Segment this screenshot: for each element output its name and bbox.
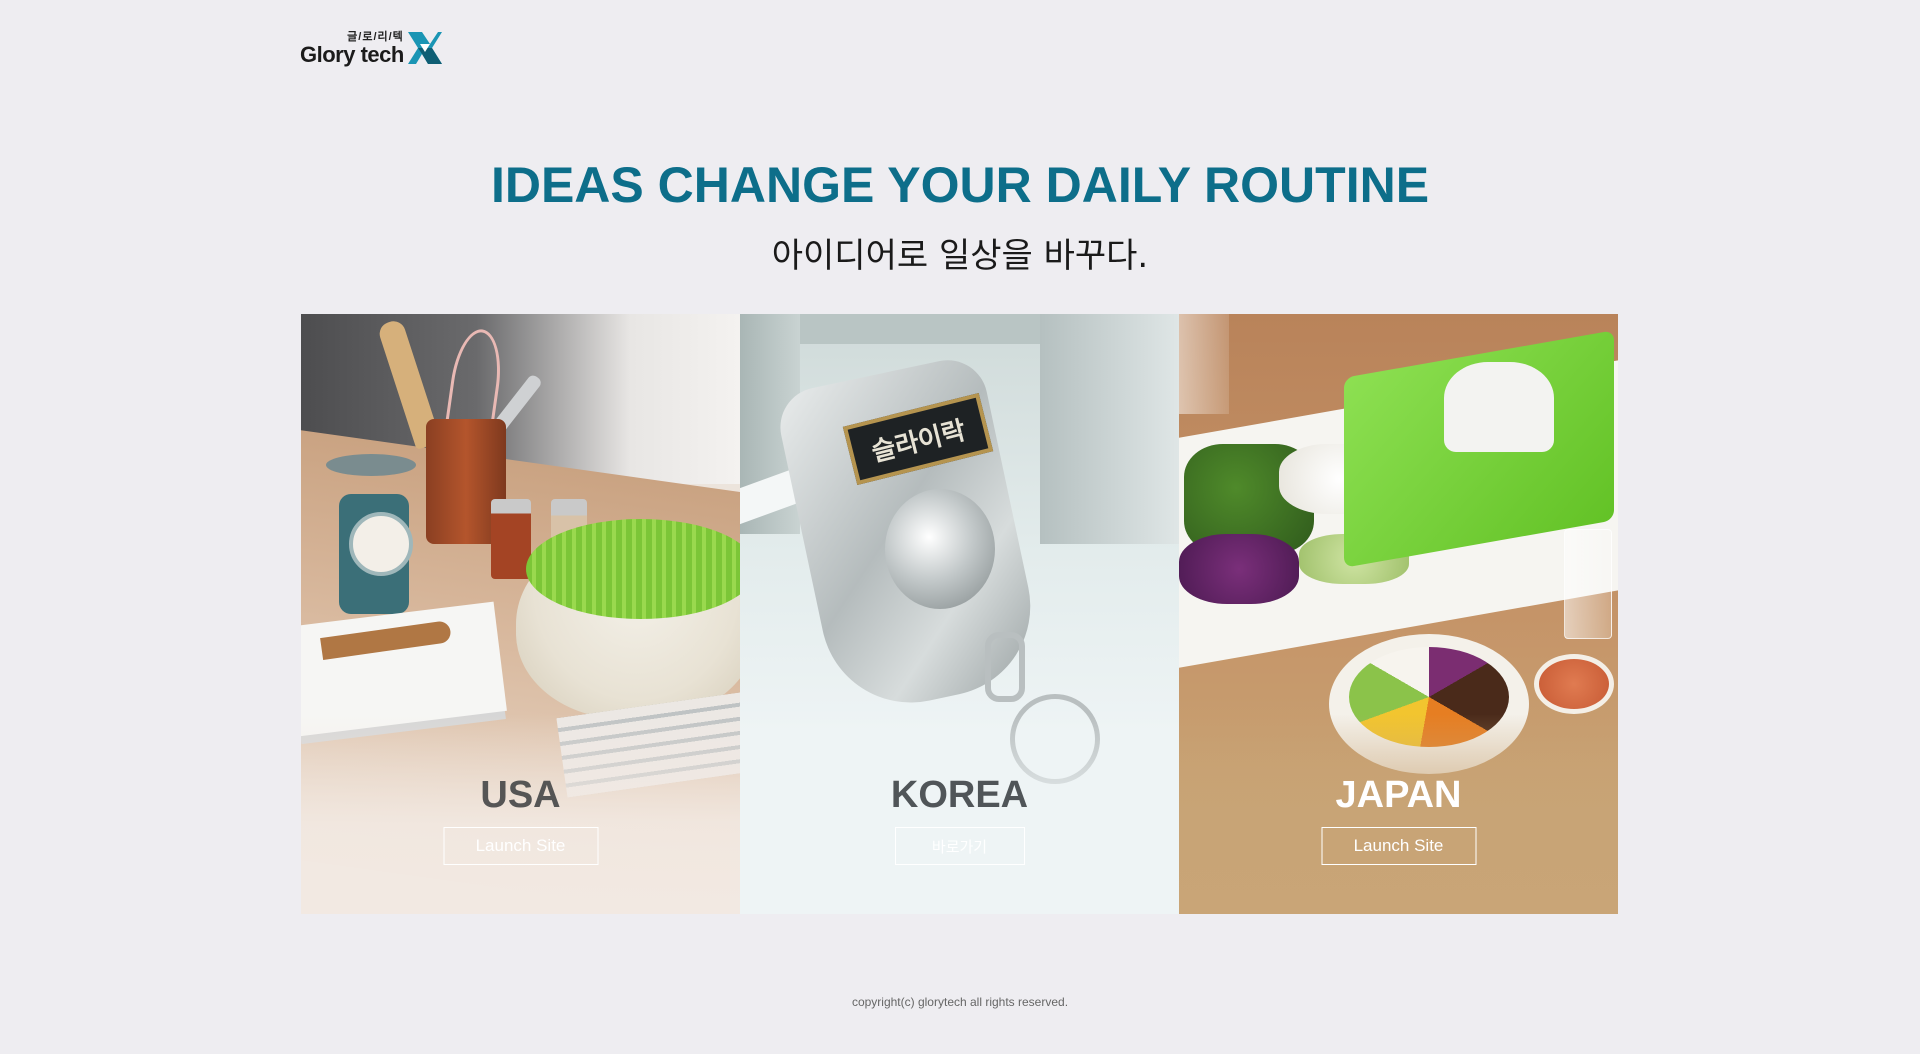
landing-page: 글/로/리/텍 Glory tech IDEAS CHANGE YOUR DAI… (0, 0, 1920, 1054)
glass-image (1564, 529, 1612, 639)
lock-clip-image (985, 632, 1025, 702)
slicer-handle-image (1444, 362, 1554, 452)
card-korea[interactable]: 슬라이락 KOREA 바로가기 (740, 314, 1179, 914)
hero-title: IDEAS CHANGE YOUR DAILY ROUTINE (490, 157, 1430, 213)
logo-wordmark: Glory tech (300, 42, 404, 67)
logo-korean-text: 글/로/리/텍 (347, 31, 404, 43)
vegetables-image (1179, 534, 1299, 604)
region-cards: USA Launch Site 슬라이락 KOREA 바로가기 JAPAN La… (301, 314, 1618, 914)
logo-x-icon (407, 32, 442, 64)
glass-image (1179, 314, 1229, 414)
card-usa[interactable]: USA Launch Site (301, 314, 740, 914)
card-label-korea: KOREA (890, 774, 1029, 816)
window-frame-image (1040, 314, 1179, 544)
usa-launch-site-button[interactable]: Launch Site (443, 827, 598, 865)
spice-jar-image (491, 499, 531, 579)
japan-launch-site-button[interactable]: Launch Site (1321, 827, 1476, 865)
green-colander-image (526, 519, 740, 619)
glorytech-logo[interactable]: 글/로/리/텍 Glory tech (300, 30, 442, 67)
korea-goto-button[interactable]: 바로가기 (894, 827, 1025, 865)
logo-text: 글/로/리/텍 Glory tech (300, 30, 404, 67)
card-japan[interactable]: JAPAN Launch Site (1179, 314, 1618, 914)
card-label-usa: USA (480, 774, 561, 816)
hero-subtitle: 아이디어로 일상을 바꾸다. (771, 236, 1149, 276)
footer-copyright: copyright(c) glorytech all rights reserv… (851, 995, 1069, 1009)
lock-knob-image (885, 489, 995, 609)
card-label-japan: JAPAN (1335, 774, 1462, 816)
kitchen-scale-image (321, 454, 421, 624)
side-dish-image (1534, 654, 1614, 714)
